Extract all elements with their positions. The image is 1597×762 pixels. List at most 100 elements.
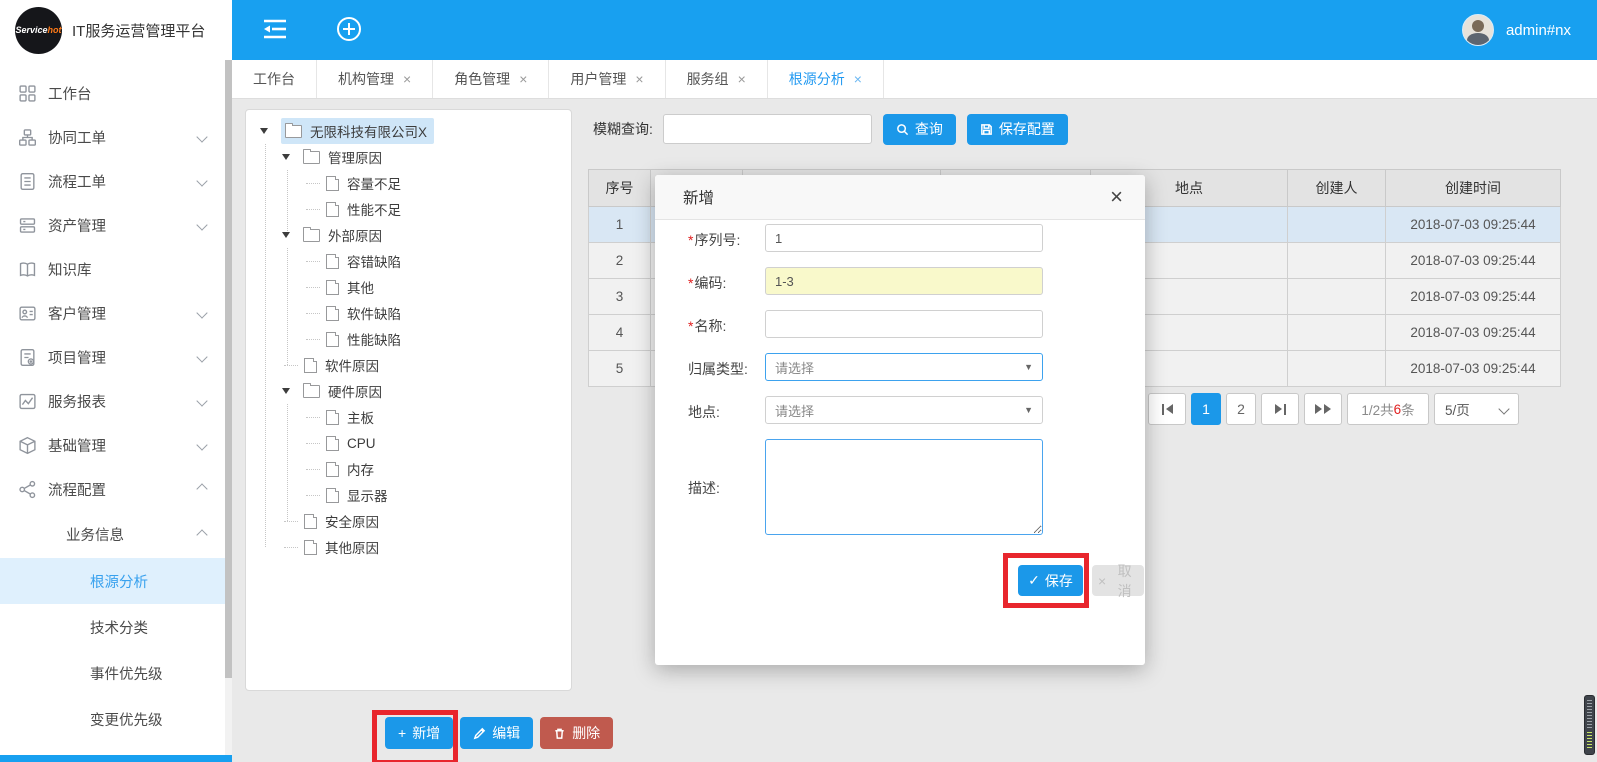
sidebar-item-customers[interactable]: 客户管理 [0, 291, 232, 335]
edit-button[interactable]: 编辑 [460, 717, 533, 749]
tree-node-cpu[interactable]: CPU [246, 430, 571, 456]
tree-caret-icon[interactable] [282, 388, 290, 394]
sidebar-subitem-incident-priority[interactable]: 事件优先级 [0, 650, 232, 696]
search-label: 模糊查询: [593, 119, 653, 139]
tree-node-software-defect[interactable]: 软件缺陷 [246, 300, 571, 326]
tree-node-performance-short[interactable]: 性能不足 [246, 196, 571, 222]
tree-node-software-reason[interactable]: 软件原因 [246, 352, 571, 378]
tree-node-hardware-reason[interactable]: 硬件原因 [246, 378, 571, 404]
sidebar-subitem-change-priority[interactable]: 变更优先级 [0, 696, 232, 742]
sidebar-item-process-orders[interactable]: 流程工单 [0, 159, 232, 203]
plus-circle-icon [334, 32, 364, 47]
last-page-button[interactable] [1304, 393, 1342, 425]
add-tab-button[interactable] [332, 14, 366, 46]
collapse-sidebar-button[interactable] [258, 14, 292, 46]
tab-close-icon[interactable]: × [519, 71, 527, 87]
tab-org-mgmt[interactable]: 机构管理× [317, 60, 433, 98]
save-config-button[interactable]: 保存配置 [967, 114, 1068, 145]
next-page-icon [1284, 404, 1286, 415]
delete-button[interactable]: 删除 [540, 717, 613, 749]
sidebar-item-knowledge[interactable]: 知识库 [0, 247, 232, 291]
tree-node-other[interactable]: 其他 [246, 274, 571, 300]
sidebar-item-reports[interactable]: 服务报表 [0, 379, 232, 423]
tree-node-other-reason[interactable]: 其他原因 [246, 534, 571, 560]
tree-node-company[interactable]: 无限科技有限公司X [246, 118, 571, 144]
name-input[interactable] [765, 310, 1043, 338]
tab-service-group[interactable]: 服务组× [666, 60, 768, 98]
tree-connector [284, 521, 298, 522]
tree-node-fault-tolerance[interactable]: 容错缺陷 [246, 248, 571, 274]
sidebar-item-flow-config[interactable]: 流程配置 [0, 467, 232, 511]
serial-input[interactable] [765, 224, 1043, 252]
tree-caret-icon[interactable] [260, 128, 268, 134]
sidebar-item-projects[interactable]: 项目管理 [0, 335, 232, 379]
sidebar-item-label: 基础管理 [48, 435, 106, 456]
save-button[interactable]: ✓ 保存 [1018, 565, 1083, 596]
sidebar-item-label: 知识库 [48, 259, 92, 280]
first-page-button[interactable] [1148, 393, 1186, 425]
next-page-button[interactable] [1261, 393, 1299, 425]
add-button[interactable]: + 新增 [385, 717, 453, 749]
file-icon [326, 202, 339, 217]
type-select[interactable]: 请选择 ▼ [765, 353, 1043, 381]
tree-connector [306, 469, 320, 470]
tree-node-label: 容错缺陷 [347, 251, 401, 271]
triangle-right-icon [1315, 404, 1322, 414]
tab-root-cause[interactable]: 根源分析× [768, 60, 884, 98]
sidebar-item-collab-orders[interactable]: 协同工单 [0, 115, 232, 159]
sidebar-group-business-info[interactable]: 业务信息 [0, 511, 232, 558]
cancel-button[interactable]: × 取消 [1092, 565, 1144, 596]
page-2-button[interactable]: 2 [1226, 393, 1256, 425]
sidebar-scrollbar[interactable] [225, 60, 232, 762]
col-created: 创建时间 [1386, 170, 1561, 207]
code-input[interactable] [765, 267, 1043, 295]
tree-node-mgmt-reason[interactable]: 管理原因 [246, 144, 571, 170]
tree-connector [306, 417, 320, 418]
user-menu[interactable]: admin#nx [1462, 0, 1571, 60]
pagination: 1 2 1/2共6条 5/页 [1148, 393, 1519, 425]
fuzzy-search-input[interactable] [663, 114, 872, 144]
tree-node-label: 性能缺陷 [347, 329, 401, 349]
tab-close-icon[interactable]: × [635, 71, 643, 87]
cancel-button-label: 取消 [1111, 561, 1138, 601]
page-1-button[interactable]: 1 [1191, 393, 1221, 425]
triangle-left-icon [1166, 404, 1173, 414]
sidebar-subitem-tech-category[interactable]: 技术分类 [0, 604, 232, 650]
tab-close-icon[interactable]: × [738, 71, 746, 87]
tree-node-label: 软件原因 [325, 355, 379, 375]
tree-node-label: 内存 [347, 459, 374, 479]
logo-area: Servicehot IT服务运营管理平台 [0, 0, 232, 60]
tab-workbench[interactable]: 工作台 [232, 60, 317, 98]
location-select[interactable]: 请选择 ▼ [765, 396, 1043, 424]
sidebar-item-workbench[interactable]: 工作台 [0, 71, 232, 115]
sidebar-item-assets[interactable]: 资产管理 [0, 203, 232, 247]
file-icon [304, 358, 317, 373]
sidebar-subitem-root-cause[interactable]: 根源分析 [0, 558, 232, 604]
dialog-close-icon[interactable]: × [1104, 183, 1129, 211]
chevron-down-icon [196, 175, 207, 186]
sidebar-item-base-mgmt[interactable]: 基础管理 [0, 423, 232, 467]
file-icon [326, 306, 339, 321]
username: admin#nx [1506, 22, 1571, 39]
tab-role-mgmt[interactable]: 角色管理× [433, 60, 549, 98]
page-size-select[interactable]: 5/页 [1434, 393, 1519, 425]
collapse-menu-icon [260, 30, 290, 45]
tree-caret-icon[interactable] [282, 232, 290, 238]
tab-close-icon[interactable]: × [854, 71, 862, 87]
tree-node-capacity[interactable]: 容量不足 [246, 170, 571, 196]
desc-textarea[interactable] [765, 439, 1043, 535]
scrollbar-thumb[interactable] [225, 60, 232, 678]
query-button[interactable]: 查询 [883, 114, 956, 145]
tree-caret-icon[interactable] [282, 154, 290, 160]
tree-node-security-reason[interactable]: 安全原因 [246, 508, 571, 534]
search-icon [896, 123, 909, 136]
tree-node-performance-defect[interactable]: 性能缺陷 [246, 326, 571, 352]
avatar-body [1467, 33, 1489, 46]
tree-connector [306, 183, 320, 184]
tab-user-mgmt[interactable]: 用户管理× [549, 60, 665, 98]
tree-node-mainboard[interactable]: 主板 [246, 404, 571, 430]
tree-node-monitor[interactable]: 显示器 [246, 482, 571, 508]
tree-node-memory[interactable]: 内存 [246, 456, 571, 482]
tab-close-icon[interactable]: × [403, 71, 411, 87]
tree-node-external-reason[interactable]: 外部原因 [246, 222, 571, 248]
